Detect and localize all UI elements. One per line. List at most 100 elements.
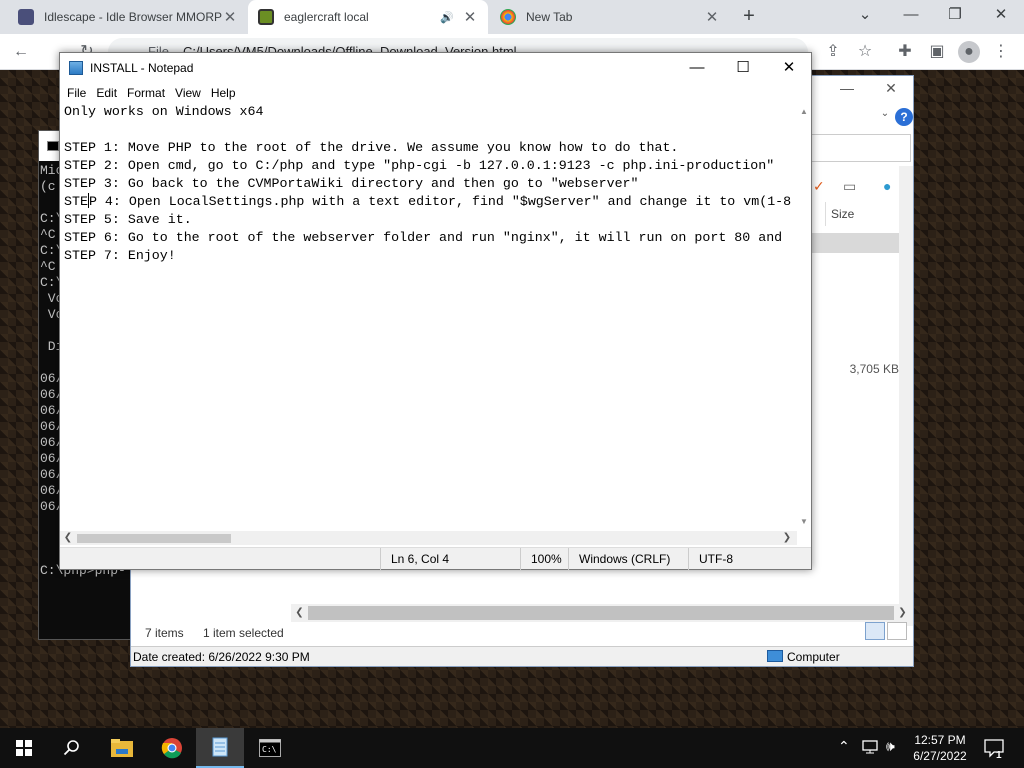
details-bar: Date created: 6/26/2022 9:30 PM Computer (131, 646, 913, 666)
bookmark-star-icon[interactable]: ☆ (854, 41, 876, 63)
notepad-titlebar[interactable]: INSTALL - Notepad — ☐ ✕ (60, 53, 811, 83)
tab-title: New Tab (526, 10, 573, 24)
close-tab-icon[interactable]: ✕ (222, 8, 238, 26)
properties-icon[interactable]: ▭ (843, 178, 863, 194)
status-bar: Ln 6, Col 4 100% Windows (CRLF) UTF-8 (60, 547, 811, 570)
minimize-button[interactable]: — (896, 3, 926, 27)
view-toggle[interactable] (865, 622, 909, 642)
back-arrow-icon[interactable]: ← (10, 41, 32, 63)
cmd-line: (c (40, 179, 56, 194)
maximize-button[interactable]: ☐ (720, 53, 766, 83)
text-line: STEP 5: Save it. (64, 212, 192, 227)
start-windows-icon[interactable] (0, 728, 48, 768)
menu-format[interactable]: Format (122, 83, 170, 103)
scroll-down-icon[interactable]: ▼ (797, 515, 811, 529)
item-count: 7 items (145, 626, 184, 640)
text-line: STEP 1: Move PHP to the root of the driv… (64, 140, 679, 155)
notepad-window[interactable]: INSTALL - Notepad — ☐ ✕ File Edit Format… (59, 52, 812, 570)
chevron-up-icon[interactable]: ⌃ (838, 738, 850, 768)
tab-title: Idlescape - Idle Browser MMORP (44, 10, 222, 24)
chevron-down-icon[interactable]: ⌄ (875, 108, 895, 128)
system-clock[interactable]: 12:57 PM 6/27/2022 (906, 732, 974, 764)
date-created: Date created: 6/26/2022 9:30 PM (133, 650, 310, 664)
details-view-icon[interactable] (865, 622, 885, 640)
encoding: UTF-8 (688, 548, 811, 570)
cmd-icon (47, 141, 59, 151)
volume-icon[interactable]: 🕪 (886, 738, 895, 768)
help-icon[interactable]: ? (895, 108, 913, 126)
browser-tab-eaglercraft[interactable]: eaglercraft local 🔊 ✕ (248, 0, 488, 34)
notepad-icon (69, 61, 83, 75)
large-icons-view-icon[interactable] (887, 622, 907, 640)
selection-count: 1 item selected (203, 626, 284, 640)
side-panel-icon[interactable]: ▣ (926, 41, 948, 63)
menu-bar: File Edit Format View Help (60, 83, 811, 103)
new-tab-button[interactable]: + (738, 5, 760, 27)
text-line: STEP 7: Enjoy! (64, 248, 176, 263)
browser-tab-strip: Idlescape - Idle Browser MMORP ✕ eaglerc… (0, 0, 1024, 34)
menu-file[interactable]: File (62, 83, 91, 103)
cursor-position: Ln 6, Col 4 (380, 548, 520, 570)
cmd-taskbar-icon[interactable]: C:\ (246, 728, 294, 768)
line-ending: Windows (CRLF) (568, 548, 688, 570)
text-line: STEP 6: Go to the root of the webserver … (64, 230, 783, 245)
notification-count-badge: 1 (996, 750, 1002, 761)
cmd-line: ^C (40, 227, 56, 242)
scroll-left-icon[interactable]: ❮ (291, 604, 308, 622)
search-icon[interactable] (48, 728, 96, 768)
scroll-right-icon[interactable]: ❯ (779, 531, 795, 545)
close-tab-icon[interactable]: ✕ (462, 8, 478, 26)
tab-title: eaglercraft local (284, 10, 369, 24)
text-line: STEP 2: Open cmd, go to C:/php and type … (64, 158, 775, 173)
chevron-down-icon[interactable]: ⌄ (850, 3, 880, 27)
checkmark-icon[interactable]: ✓ (813, 178, 833, 194)
search-input[interactable] (811, 134, 911, 162)
minimize-button[interactable]: — (837, 80, 857, 100)
computer-icon (767, 650, 783, 662)
restore-button[interactable]: ❐ (940, 3, 970, 27)
notepad-taskbar-icon[interactable] (196, 728, 244, 768)
close-button[interactable]: ✕ (766, 53, 812, 83)
profile-avatar-icon[interactable]: ● (958, 41, 980, 63)
selected-row[interactable] (811, 233, 903, 253)
column-separator (825, 202, 826, 226)
horizontal-scrollbar[interactable]: ❮ ❯ (291, 604, 911, 622)
scroll-right-icon[interactable]: ❯ (894, 604, 911, 622)
menu-dots-icon[interactable]: ⋮ (990, 41, 1012, 63)
minimize-button[interactable]: — (674, 53, 720, 83)
speaker-icon[interactable]: 🔊 (440, 11, 454, 24)
close-tab-icon[interactable]: ✕ (704, 8, 720, 26)
close-button[interactable]: ✕ (986, 3, 1016, 27)
chrome-favicon-icon (500, 9, 516, 25)
chrome-taskbar-icon[interactable] (148, 728, 196, 768)
network-icon[interactable] (862, 739, 880, 768)
window-title: INSTALL - Notepad (90, 61, 194, 75)
clock-time: 12:57 PM (914, 733, 966, 747)
zoom-level: 100% (520, 548, 570, 570)
menu-view[interactable]: View (170, 83, 206, 103)
menu-edit[interactable]: Edit (91, 83, 122, 103)
browser-tab-new-tab[interactable]: New Tab ✕ (490, 0, 730, 34)
vertical-scrollbar[interactable]: ▲ ▼ (797, 103, 811, 531)
vertical-scrollbar[interactable] (899, 166, 913, 626)
menu-help[interactable]: Help (206, 83, 241, 103)
size-column-header[interactable]: Size (831, 207, 854, 221)
cmd-line: ^C (40, 259, 56, 274)
text-line: STEP 4: Open LocalSettings.php with a te… (64, 193, 792, 209)
text-editor-area[interactable]: Only works on Windows x64 STEP 1: Move P… (60, 103, 797, 531)
browser-tab-idlescape[interactable]: Idlescape - Idle Browser MMORP ✕ (8, 0, 248, 34)
scroll-up-icon[interactable]: ▲ (797, 105, 811, 119)
taskbar: C:\ ⌃ 🕪 12:57 PM 6/27/2022 1 (0, 728, 1024, 768)
close-button[interactable]: ✕ (881, 80, 901, 100)
share-icon[interactable]: ⇪ (822, 41, 844, 63)
scroll-thumb[interactable] (77, 534, 231, 543)
svg-text:C:\: C:\ (262, 745, 277, 754)
text-line: STEP 3: Go back to the CVMPortaWiki dire… (64, 176, 639, 191)
horizontal-scrollbar[interactable]: ❮ ❯ (60, 531, 797, 545)
scroll-thumb[interactable] (308, 606, 894, 620)
text-line (64, 121, 797, 139)
file-explorer-taskbar-icon[interactable] (98, 728, 146, 768)
scroll-left-icon[interactable]: ❮ (60, 531, 76, 545)
idlescape-favicon-icon (18, 9, 34, 25)
extensions-puzzle-icon[interactable]: ✚ (894, 41, 916, 63)
